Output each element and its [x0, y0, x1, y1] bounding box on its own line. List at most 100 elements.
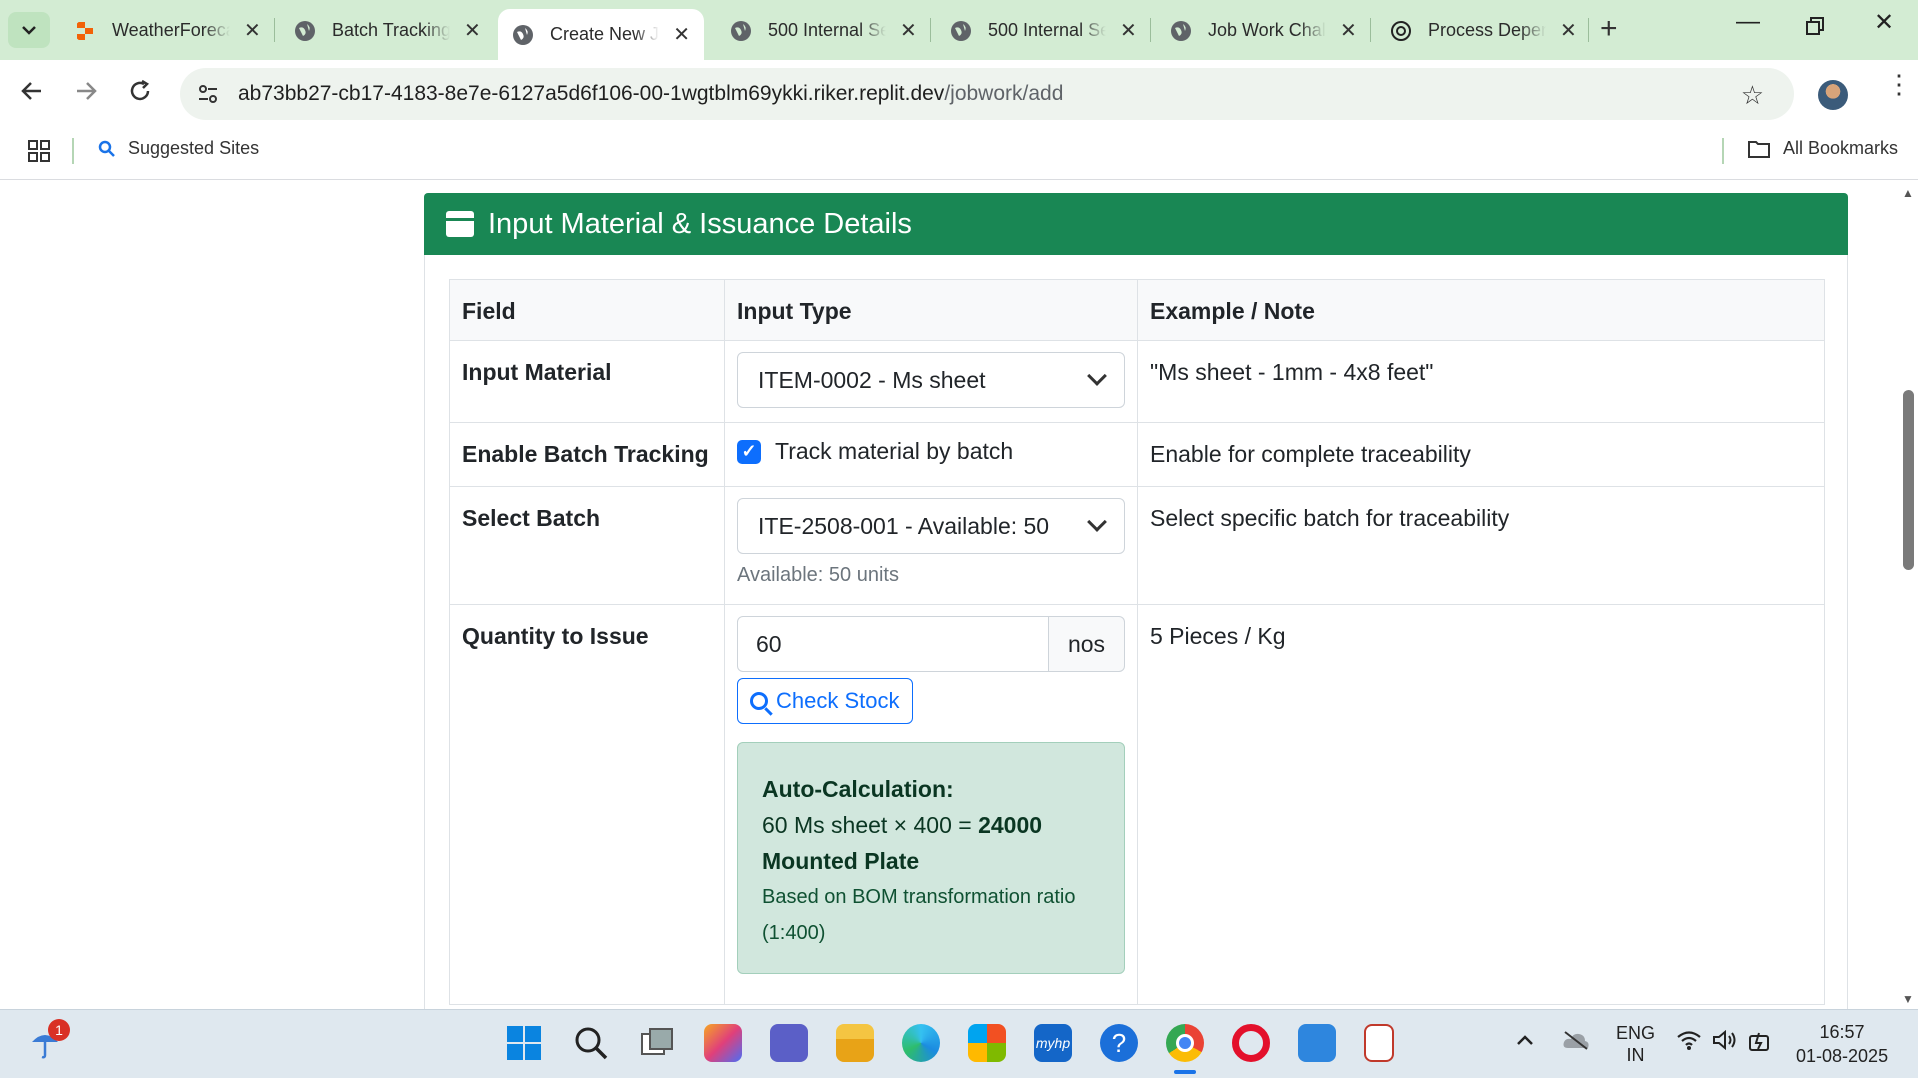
row-note: 5 Pieces / Kg: [1137, 604, 1825, 1005]
snipping-tool-icon[interactable]: [1364, 1024, 1394, 1062]
forward-button[interactable]: [74, 78, 98, 110]
tab-process-dependency[interactable]: Process Dependency ✕: [1376, 9, 1591, 52]
table-row-quantity: Quantity to Issue 60 nos Check Stock Aut…: [449, 604, 1825, 1005]
battery-icon[interactable]: [1748, 1030, 1772, 1057]
chevron-down-icon: [22, 26, 36, 35]
notification-badge: 1: [48, 1019, 70, 1041]
scroll-down-icon[interactable]: ▼: [1902, 992, 1914, 1006]
column-header-note: Example / Note: [1137, 279, 1825, 341]
replit-icon: [77, 21, 93, 40]
table-row-batch-tracking: Enable Batch Tracking ✓ Track material b…: [449, 422, 1825, 487]
url-text[interactable]: ab73bb27-cb17-4183-8e7e-6127a5d6f106-00-…: [238, 82, 1063, 106]
bookmark-star-icon[interactable]: ☆: [1741, 80, 1764, 111]
opera-icon[interactable]: [1232, 1024, 1270, 1062]
tab-create-new-job-work[interactable]: Create New Job Work ✕: [498, 9, 704, 60]
clock-date: 01-08-2025: [1796, 1046, 1889, 1066]
chevron-down-icon: [1087, 366, 1107, 386]
clock-time: 16:57: [1819, 1022, 1865, 1042]
batch-select[interactable]: ITE-2508-001 - Available: 50: [737, 498, 1125, 554]
field-label: Enable Batch Tracking: [449, 422, 725, 487]
more-menu-icon[interactable]: ⋮: [1886, 71, 1912, 97]
close-icon[interactable]: ✕: [1340, 18, 1357, 43]
help-icon[interactable]: ?: [1100, 1024, 1138, 1062]
new-tab-button[interactable]: +: [1600, 12, 1618, 46]
tab-500-error-1[interactable]: 500 Internal Server Error ✕: [716, 9, 931, 52]
onedrive-icon[interactable]: [1562, 1030, 1590, 1055]
region-code: IN: [1626, 1045, 1645, 1065]
close-icon[interactable]: ✕: [464, 18, 481, 43]
all-bookmarks-button[interactable]: All Bookmarks: [1747, 138, 1898, 159]
store-icon[interactable]: [968, 1024, 1006, 1062]
address-bar[interactable]: ab73bb27-cb17-4183-8e7e-6127a5d6f106-00-…: [180, 68, 1794, 120]
openai-icon: [1391, 20, 1411, 41]
field-label: Quantity to Issue: [449, 604, 725, 1005]
search-icon: [575, 1027, 608, 1060]
quantity-unit: nos: [1049, 616, 1125, 672]
table-header-row: Field Input Type Example / Note: [449, 279, 1825, 341]
bookmarks-bar: [0, 128, 1918, 180]
bookmark-divider: [72, 138, 74, 164]
column-header-field: Field: [449, 279, 725, 341]
teams-icon[interactable]: [770, 1024, 808, 1062]
close-icon[interactable]: ✕: [673, 22, 690, 47]
copilot-icon[interactable]: [704, 1024, 742, 1062]
globe-icon: [1171, 20, 1191, 41]
task-view-button[interactable]: [638, 1024, 676, 1062]
scrollbar-thumb[interactable]: [1903, 390, 1914, 570]
profile-avatar[interactable]: [1818, 80, 1848, 110]
restore-icon: [1806, 17, 1824, 35]
row-note: Select specific batch for traceability: [1137, 486, 1825, 605]
clock[interactable]: 16:57 01-08-2025: [1796, 1020, 1888, 1068]
input-material-select[interactable]: ITEM-0002 - Ms sheet: [737, 352, 1125, 408]
close-window-button[interactable]: ✕: [1874, 8, 1894, 37]
language-indicator[interactable]: ENG IN: [1616, 1022, 1655, 1066]
close-icon[interactable]: ✕: [1560, 18, 1577, 43]
bookmark-suggested-sites[interactable]: Suggested Sites: [98, 138, 259, 159]
tab-label: WeatherForecast: [112, 20, 230, 40]
file-explorer-icon[interactable]: [836, 1024, 874, 1062]
page-scrollbar[interactable]: [1900, 181, 1918, 1009]
apps-grid-icon[interactable]: [28, 140, 50, 167]
auto-calc-formula: 60 Ms sheet × 400 =: [762, 812, 972, 838]
check-stock-button[interactable]: Check Stock: [737, 678, 913, 724]
close-icon[interactable]: ✕: [1120, 18, 1137, 43]
search-icon: [750, 692, 768, 710]
batch-tracking-checkbox[interactable]: ✓: [737, 439, 761, 464]
table-row-input-material: Input Material ITEM-0002 - Ms sheet "Ms …: [449, 340, 1825, 423]
active-app-indicator: [1174, 1070, 1196, 1074]
tab-label: 500 Internal Server Error: [768, 20, 886, 40]
close-icon[interactable]: ✕: [244, 18, 261, 43]
search-icon: [98, 140, 115, 157]
checkbox-label[interactable]: Track material by batch: [775, 438, 1013, 465]
start-button[interactable]: [505, 1024, 543, 1062]
tab-label: Create New Job Work: [550, 24, 660, 44]
tab-separator: [1588, 18, 1589, 42]
back-button[interactable]: [20, 78, 44, 110]
edge-icon[interactable]: [902, 1024, 940, 1062]
auto-calculation-alert: Auto-Calculation: 60 Ms sheet × 400 = 24…: [737, 742, 1125, 974]
quantity-input[interactable]: 60: [737, 616, 1049, 672]
tab-500-error-2[interactable]: 500 Internal Server Error ✕: [936, 9, 1151, 52]
site-info-icon[interactable]: [196, 82, 220, 106]
tab-weatherforecast[interactable]: WeatherForecast ✕: [60, 9, 275, 52]
show-hidden-icons-button[interactable]: [1516, 1030, 1534, 1051]
myhp-icon[interactable]: myhp: [1034, 1024, 1072, 1062]
volume-icon[interactable]: [1712, 1029, 1738, 1055]
tab-batch-tracking[interactable]: Batch Tracking ✕: [280, 9, 495, 52]
tab-strip: WeatherForecast ✕ Batch Tracking ✕ Creat…: [0, 0, 1918, 60]
close-icon[interactable]: ✕: [900, 18, 917, 43]
reload-button[interactable]: [128, 78, 152, 110]
restore-button[interactable]: [1806, 14, 1824, 42]
notepad-icon[interactable]: [1298, 1024, 1336, 1062]
wifi-icon[interactable]: [1676, 1030, 1702, 1055]
tab-job-work-challan[interactable]: Job Work Challan ✕: [1156, 9, 1371, 52]
chrome-center: [1176, 1034, 1194, 1052]
scroll-up-icon[interactable]: ▲: [1902, 186, 1914, 200]
bookmark-divider: [1722, 138, 1724, 164]
task-view-icon: [641, 1028, 673, 1055]
tab-search-button[interactable]: [8, 12, 50, 48]
minimize-button[interactable]: —: [1736, 8, 1760, 36]
reload-icon: [130, 79, 150, 101]
search-taskbar-button[interactable]: [572, 1024, 610, 1062]
row-note: Enable for complete traceability: [1137, 422, 1825, 487]
